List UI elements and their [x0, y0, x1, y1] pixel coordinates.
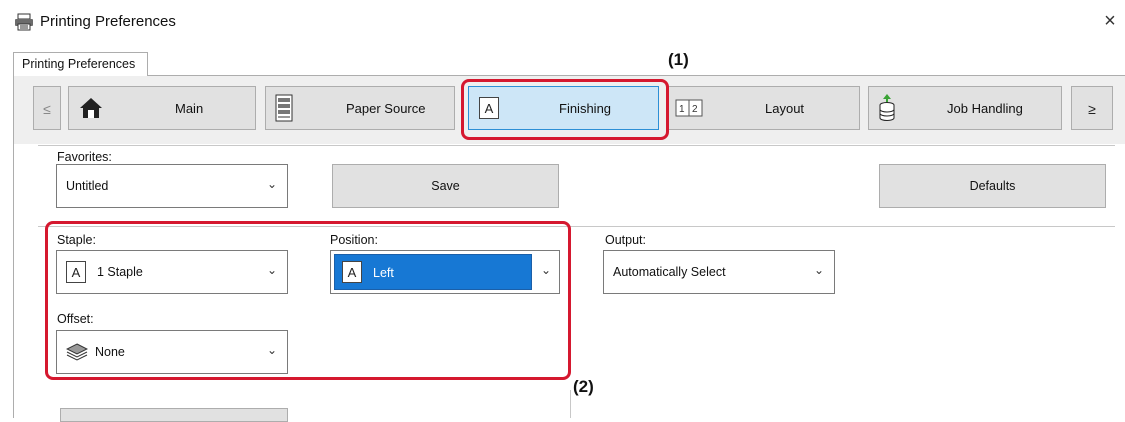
defaults-button[interactable]: Defaults	[879, 164, 1106, 208]
tab-main[interactable]: Main	[68, 86, 256, 130]
chevron-down-icon: ⌄	[814, 263, 825, 277]
window-title: Printing Preferences	[40, 13, 176, 30]
vertical-divider	[570, 390, 571, 418]
highlight-box-1	[461, 79, 669, 140]
svg-text:2: 2	[692, 104, 698, 115]
favorites-label: Favorites:	[57, 150, 112, 164]
tabs-prev-button[interactable]: ≤	[33, 86, 61, 130]
favorites-value: Untitled	[66, 179, 109, 193]
annotation-1: (1)	[668, 50, 689, 69]
job-handling-icon	[879, 94, 895, 121]
tab-layout[interactable]: 1 2 Layout	[666, 86, 860, 130]
tab-paper-source-label: Paper Source	[346, 101, 426, 116]
chevron-down-icon: ⌄	[267, 177, 278, 191]
tab-paper-source[interactable]: Paper Source	[265, 86, 455, 130]
output-select[interactable]: Automatically Select ⌄	[603, 250, 835, 294]
tab-job-handling-label: Job Handling	[947, 101, 1023, 116]
tab-layout-label: Layout	[765, 101, 805, 116]
output-label: Output:	[605, 233, 646, 247]
tab-main-label: Main	[175, 101, 204, 116]
tabs-next-button[interactable]: ≥	[1071, 86, 1113, 130]
close-button[interactable]: ×	[1098, 8, 1122, 34]
paper-tray-icon	[275, 94, 293, 122]
tab-printing-preferences[interactable]: Printing Preferences	[13, 52, 148, 76]
highlight-box-2	[45, 221, 571, 380]
separator	[38, 145, 1115, 146]
home-icon	[80, 98, 102, 118]
svg-text:1: 1	[679, 104, 685, 115]
favorites-select[interactable]: Untitled ⌄	[56, 164, 288, 208]
save-button[interactable]: Save	[332, 164, 559, 208]
tab-job-handling[interactable]: Job Handling	[868, 86, 1062, 130]
partial-button[interactable]	[60, 408, 288, 422]
annotation-2: (2)	[573, 377, 594, 396]
printer-icon	[15, 13, 33, 31]
output-value: Automatically Select	[613, 265, 726, 279]
layout-pages-icon: 1 2	[675, 99, 703, 117]
